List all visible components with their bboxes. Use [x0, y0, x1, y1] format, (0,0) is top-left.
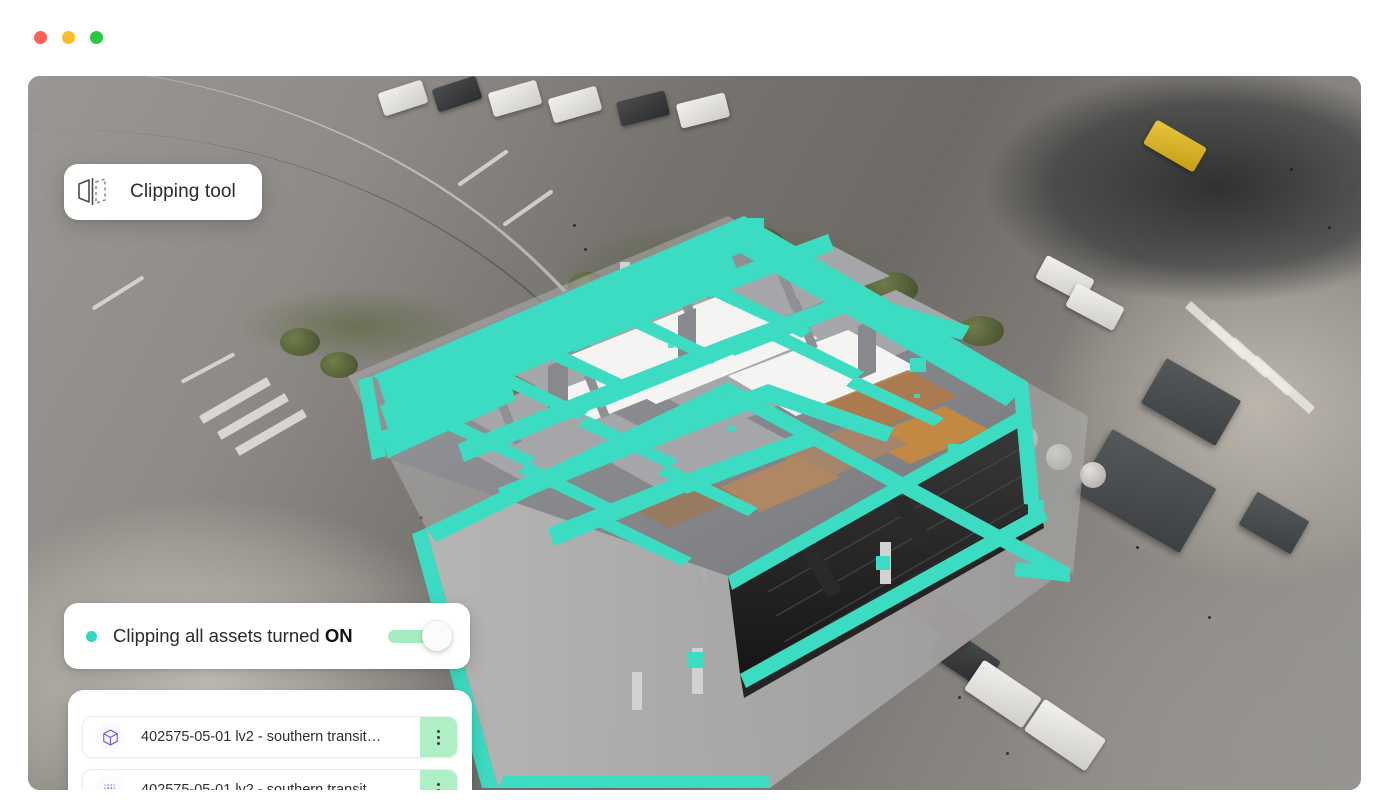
- clipping-status-label: Clipping all assets turned ON: [113, 625, 353, 647]
- zoom-window-button[interactable]: [90, 31, 103, 44]
- asset-name-label: 402575-05-01 lv2 - southern transit…: [141, 729, 382, 745]
- asset-icon-badge: [95, 775, 125, 790]
- assets-list-panel: 402575-05-01 lv2 - southern transit… 402…: [68, 690, 472, 790]
- kebab-menu-icon[interactable]: [420, 770, 457, 790]
- status-text-state: ON: [324, 625, 353, 646]
- status-text-prefix: Clipping all assets turned: [113, 625, 325, 646]
- mesh-cube-icon: [89, 717, 131, 757]
- point-cloud-glyph: [103, 783, 115, 789]
- clipping-tool-button[interactable]: Clipping tool: [64, 164, 262, 220]
- toggle-knob[interactable]: [422, 621, 452, 651]
- clipping-tool-label: Clipping tool: [130, 181, 236, 202]
- clipping-status-panel: Clipping all assets turned ON: [64, 603, 470, 669]
- list-item[interactable]: 402575-05-01 lv2 - southern transit…: [82, 716, 458, 758]
- point-cloud-icon: [89, 770, 131, 790]
- close-window-button[interactable]: [34, 31, 47, 44]
- clipping-plane-icon: [64, 164, 120, 220]
- kebab-dots: [437, 729, 440, 745]
- minimize-window-button[interactable]: [62, 31, 75, 44]
- kebab-menu-icon[interactable]: [420, 717, 457, 757]
- asset-name-label: 402575-05-01 lv2 - southern transit…: [141, 782, 382, 790]
- clip-all-assets-toggle[interactable]: [388, 621, 452, 651]
- status-dot-icon: [86, 630, 97, 642]
- list-item[interactable]: 402575-05-01 lv2 - southern transit…: [82, 769, 458, 790]
- mesh-cube-glyph: [102, 728, 118, 746]
- kebab-dots: [437, 782, 440, 790]
- asset-icon-badge: [95, 722, 125, 752]
- 3d-viewport[interactable]: Clipping tool Clipping all assets turned…: [28, 76, 1361, 790]
- clipping-plane-glyph: [78, 178, 106, 205]
- window-traffic-lights: [34, 31, 103, 44]
